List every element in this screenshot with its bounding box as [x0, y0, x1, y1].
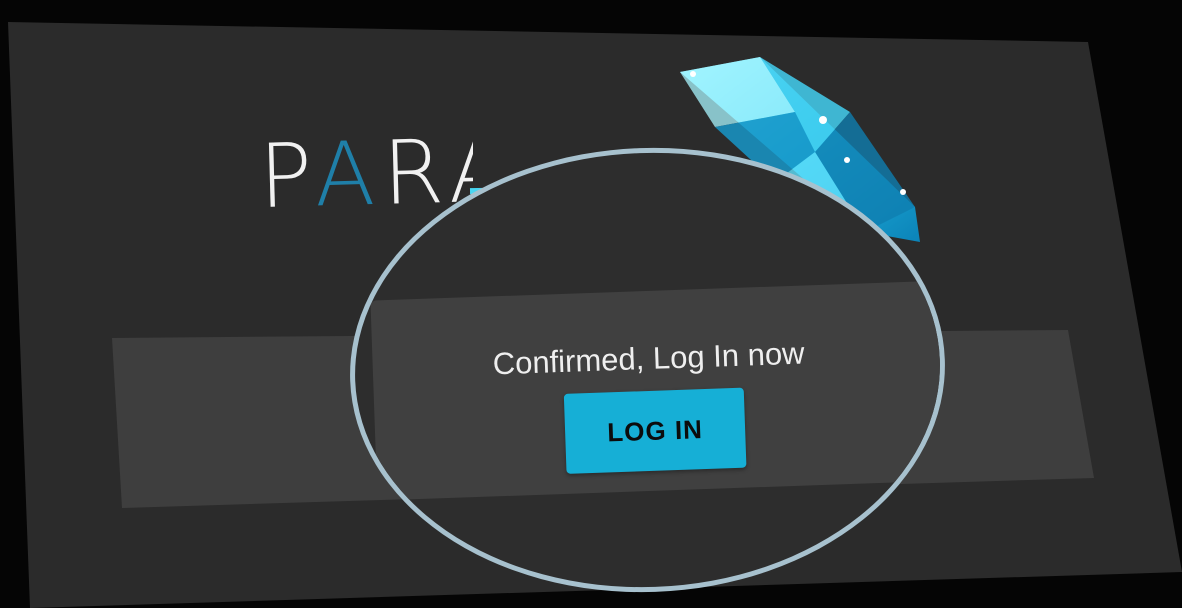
app-screenshot: PARA Confirmed, Log In now LOG IN	[0, 0, 1182, 608]
logo-accent-letter: A	[313, 133, 385, 227]
logo-wordmark: PARA	[258, 133, 473, 228]
login-button[interactable]: LOG IN	[563, 387, 747, 474]
logo-letter-p: P	[258, 133, 316, 228]
